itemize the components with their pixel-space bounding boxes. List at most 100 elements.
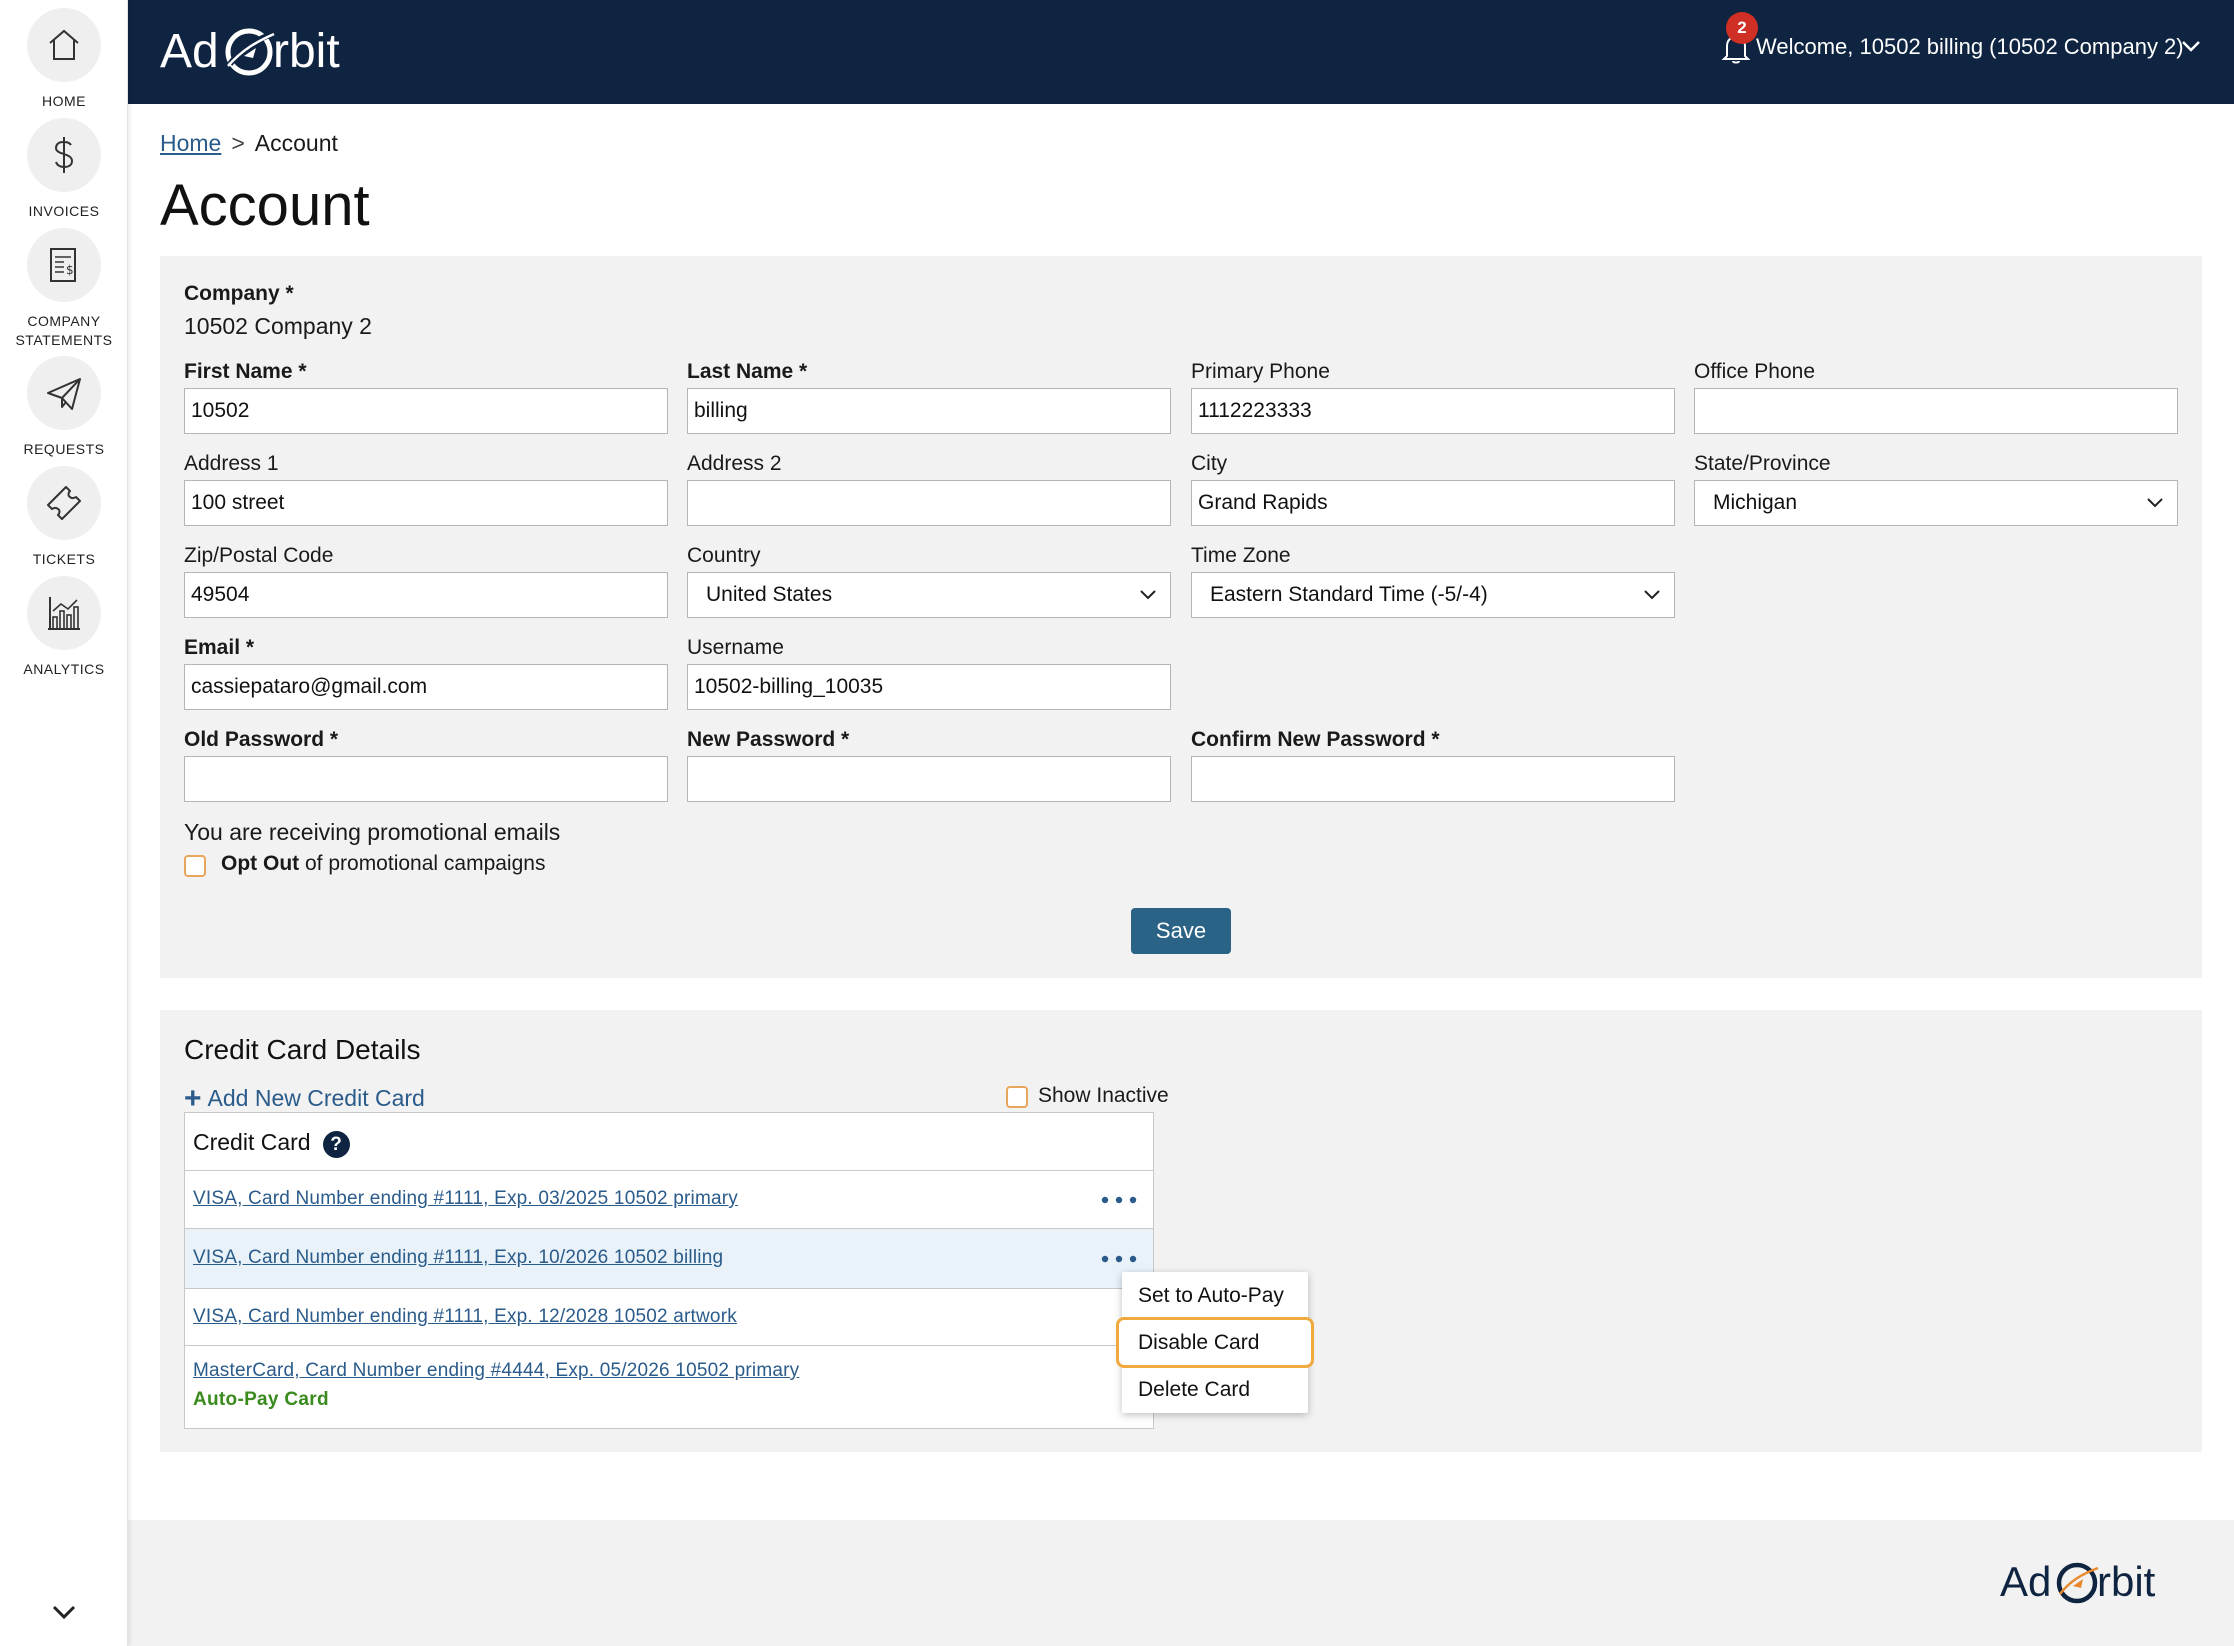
timezone-select[interactable]: Eastern Standard Time (-5/-4) [1191, 572, 1675, 618]
credit-card-column-header: Credit Card? [185, 1113, 1153, 1171]
user-menu[interactable]: Welcome, 10502 billing (10502 Company 2) [1756, 34, 2184, 60]
state-select[interactable]: Michigan [1694, 480, 2178, 526]
disable-card-menu-item[interactable]: Disable Card [1116, 1317, 1314, 1368]
add-credit-card-label: Add New Credit Card [207, 1085, 425, 1111]
chevron-down-icon [1644, 590, 1660, 600]
nav-circle [27, 576, 101, 650]
breadcrumb: Home > Account [160, 130, 338, 157]
chevron-down-icon[interactable] [2180, 38, 2202, 54]
adorbit-footer-logo: Ad rbit [2000, 1558, 2156, 1605]
chevron-down-icon [2147, 498, 2163, 508]
address2-label: Address 2 [687, 452, 782, 475]
save-button[interactable]: Save [1131, 908, 1231, 954]
plus-icon: + [184, 1082, 202, 1115]
credit-card-link[interactable]: MasterCard, Card Number ending #4444, Ex… [193, 1360, 799, 1382]
last-name-field[interactable]: billing [687, 388, 1171, 434]
credit-card-link[interactable]: VISA, Card Number ending #1111, Exp. 12/… [193, 1306, 737, 1328]
sidebar-item-label: HOME [42, 93, 86, 109]
new-password-field[interactable] [687, 756, 1171, 802]
statement-icon: $ [50, 248, 76, 282]
footer: Ad rbit [128, 1520, 2234, 1646]
first-name-field[interactable]: 10502 [184, 388, 668, 434]
address1-field[interactable]: 100 street [184, 480, 668, 526]
sidebar-item-requests[interactable]: REQUESTS [0, 356, 128, 459]
sidebar-item-label: REQUESTS [23, 441, 105, 457]
office-phone-label: Office Phone [1694, 360, 1816, 383]
delete-card-menu-item[interactable]: Delete Card [1122, 1366, 1308, 1413]
sidebar-item-home[interactable]: HOME [0, 8, 128, 111]
sidebar-item-invoices[interactable]: INVOICES [0, 118, 128, 221]
more-options-icon[interactable] [1099, 1252, 1139, 1266]
home-icon [49, 29, 79, 60]
company-label: Company * [184, 282, 294, 305]
opt-out-rest: of promotional campaigns [299, 852, 546, 875]
svg-text:Ad: Ad [2000, 1558, 2051, 1605]
confirm-password-field[interactable] [1191, 756, 1675, 802]
sidebar-item-analytics[interactable]: ANALYTICS [0, 576, 128, 679]
table-row: VISA, Card Number ending #1111, Exp. 12/… [185, 1289, 1153, 1346]
sidebar-item-label: ANALYTICS [23, 661, 105, 677]
zip-field[interactable]: 49504 [184, 572, 668, 618]
column-header-label: Credit Card [193, 1129, 311, 1155]
country-select[interactable]: United States [687, 572, 1171, 618]
sidebar: HOME INVOICES $ COMPANY STATEMENTS REQUE… [0, 0, 128, 1646]
add-credit-card-link[interactable]: + Add New Credit Card [184, 1082, 425, 1116]
confirm-password-label: Confirm New Password * [1191, 728, 1440, 751]
country-label: Country [687, 544, 761, 567]
sidebar-item-company-statements[interactable]: $ COMPANY STATEMENTS [0, 228, 128, 350]
table-row: MasterCard, Card Number ending #4444, Ex… [185, 1346, 1153, 1428]
address1-label: Address 1 [184, 452, 279, 475]
help-icon[interactable]: ? [322, 1131, 350, 1158]
paper-plane-icon [47, 378, 81, 410]
old-password-label: Old Password * [184, 728, 339, 751]
breadcrumb-home-link[interactable]: Home [160, 130, 221, 156]
last-name-label: Last Name * [687, 360, 808, 383]
breadcrumb-current: Account [254, 130, 338, 156]
sidebar-item-tickets[interactable]: TICKETS [0, 466, 128, 569]
svg-text:rbit: rbit [273, 25, 340, 78]
email-field[interactable]: cassiepataro@gmail.com [184, 664, 668, 710]
show-inactive-checkbox[interactable] [1006, 1086, 1028, 1108]
credit-card-title: Credit Card Details [184, 1034, 421, 1065]
city-field[interactable]: Grand Rapids [1191, 480, 1675, 526]
email-label: Email * [184, 636, 255, 659]
old-password-field[interactable] [184, 756, 668, 802]
sidebar-item-label: COMPANY STATEMENTS [15, 313, 113, 348]
ticket-icon [47, 486, 81, 520]
credit-card-table: Credit Card? VISA, Card Number ending #1… [184, 1112, 1154, 1429]
autopay-badge: Auto-Pay Card [193, 1389, 329, 1410]
table-row: VISA, Card Number ending #1111, Exp. 10/… [185, 1229, 1153, 1289]
credit-card-link[interactable]: VISA, Card Number ending #1111, Exp. 10/… [193, 1247, 723, 1269]
timezone-label: Time Zone [1191, 544, 1291, 567]
company-value: 10502 Company 2 [184, 313, 372, 339]
chevron-down-icon [1140, 590, 1156, 600]
nav-circle [27, 356, 101, 430]
analytics-icon [48, 597, 80, 630]
opt-out-checkbox[interactable] [184, 855, 206, 877]
more-options-icon[interactable] [1099, 1193, 1139, 1207]
chevron-down-icon[interactable] [48, 1600, 80, 1624]
credit-card-link[interactable]: VISA, Card Number ending #1111, Exp. 03/… [193, 1188, 738, 1210]
opt-out-label[interactable]: Opt Out of promotional campaigns [221, 852, 545, 876]
svg-text:Ad: Ad [160, 25, 219, 78]
svg-text:rbit: rbit [2097, 1558, 2156, 1605]
show-inactive-label[interactable]: Show Inactive [1038, 1084, 1169, 1108]
page-title: Account [160, 173, 370, 238]
address2-field[interactable] [687, 480, 1171, 526]
username-label: Username [687, 636, 784, 659]
username-field[interactable]: 10502-billing_10035 [687, 664, 1171, 710]
account-form-panel: Company * 10502 Company 2 First Name * 1… [160, 256, 2202, 978]
adorbit-logo[interactable]: Ad rbit [160, 18, 400, 84]
promo-status-text: You are receiving promotional emails [184, 819, 561, 845]
primary-phone-field[interactable]: 1112223333 [1191, 388, 1675, 434]
nav-circle [27, 466, 101, 540]
nav-circle: $ [27, 228, 101, 302]
breadcrumb-separator: > [231, 130, 245, 156]
table-row: VISA, Card Number ending #1111, Exp. 03/… [185, 1171, 1153, 1229]
sidebar-item-label: INVOICES [28, 203, 100, 219]
svg-text:$: $ [66, 263, 74, 277]
state-label: State/Province [1694, 452, 1831, 475]
state-value: Michigan [1713, 491, 1798, 514]
set-autopay-menu-item[interactable]: Set to Auto-Pay [1122, 1272, 1308, 1319]
office-phone-field[interactable] [1694, 388, 2178, 434]
